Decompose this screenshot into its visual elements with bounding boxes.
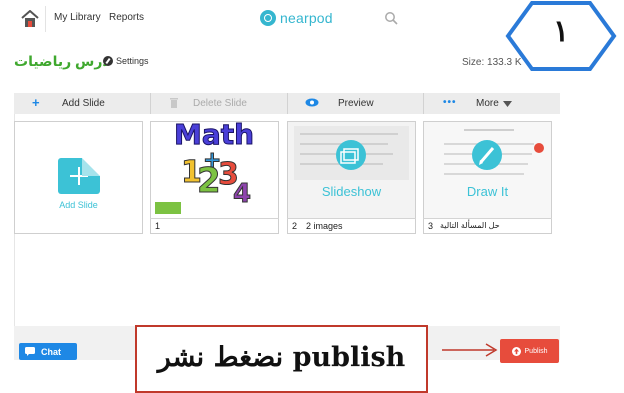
toolbar-divider [287, 93, 288, 114]
lesson-title: درس رياضيات [14, 53, 110, 69]
preview-button[interactable]: Preview [338, 98, 374, 109]
instruction-text: نضغط نشر publish [157, 342, 406, 373]
slide-number-1: 1 [155, 221, 161, 231]
hexagon-number: ١ [552, 14, 570, 49]
nearpod-logo-text: nearpod [280, 10, 333, 26]
trash-icon [170, 98, 178, 108]
nav-reports[interactable]: Reports [109, 12, 144, 23]
slide-caption-2: 2 images [306, 221, 343, 231]
nearpod-logo-icon [260, 10, 276, 26]
slide-caption-divider [423, 218, 552, 219]
delete-slide-button[interactable]: Delete Slide [193, 98, 247, 109]
arrow-icon [442, 343, 498, 357]
eye-icon [305, 98, 319, 107]
settings-label: Settings [116, 56, 149, 66]
more-button[interactable]: More [476, 98, 499, 109]
toolbar-divider [423, 93, 424, 114]
chat-label: Chat [41, 346, 61, 357]
settings-link[interactable]: Settings [103, 56, 149, 66]
search-icon[interactable] [384, 11, 398, 25]
plus-icon: + [32, 95, 40, 110]
slide-type-label-3: Draw It [466, 184, 509, 199]
slideshow-thumbnail [288, 122, 415, 218]
lesson-size: Size: 133.3 K [462, 57, 522, 68]
publish-button[interactable]: Publish [500, 339, 559, 363]
draw-it-thumbnail [424, 122, 551, 218]
chat-button[interactable]: Chat [19, 343, 77, 360]
svg-text:4: 4 [233, 179, 251, 209]
chat-icon [25, 347, 35, 356]
caret-down-icon [503, 101, 512, 107]
slide-caption-divider [150, 218, 279, 219]
add-slide-button[interactable]: Add Slide [62, 98, 105, 109]
dots-icon: ••• [443, 97, 457, 108]
slide-caption-divider [287, 218, 416, 219]
nav-divider [45, 6, 46, 32]
slide-type-label-2: Slideshow [321, 184, 382, 199]
svg-text:+: + [203, 148, 221, 173]
nav-my-library[interactable]: My Library [54, 12, 101, 23]
home-icon[interactable] [20, 10, 40, 28]
math-slide-title: Math [174, 122, 254, 151]
add-slide-card-icon [58, 158, 100, 194]
publish-icon [511, 346, 521, 356]
nearpod-logo: nearpod [260, 8, 333, 28]
add-slide-card-label: Add Slide [59, 200, 98, 210]
settings-icon [103, 56, 113, 66]
toolbar-divider [150, 93, 151, 114]
slide-number-2: 2 [292, 221, 298, 231]
math-slide-image: Math 1 2 3 4 + [151, 122, 278, 218]
slide-caption-3: حل المسألة التالية [440, 221, 500, 230]
publish-label: Publish [524, 347, 548, 355]
slide-number-3: 3 [428, 221, 434, 231]
